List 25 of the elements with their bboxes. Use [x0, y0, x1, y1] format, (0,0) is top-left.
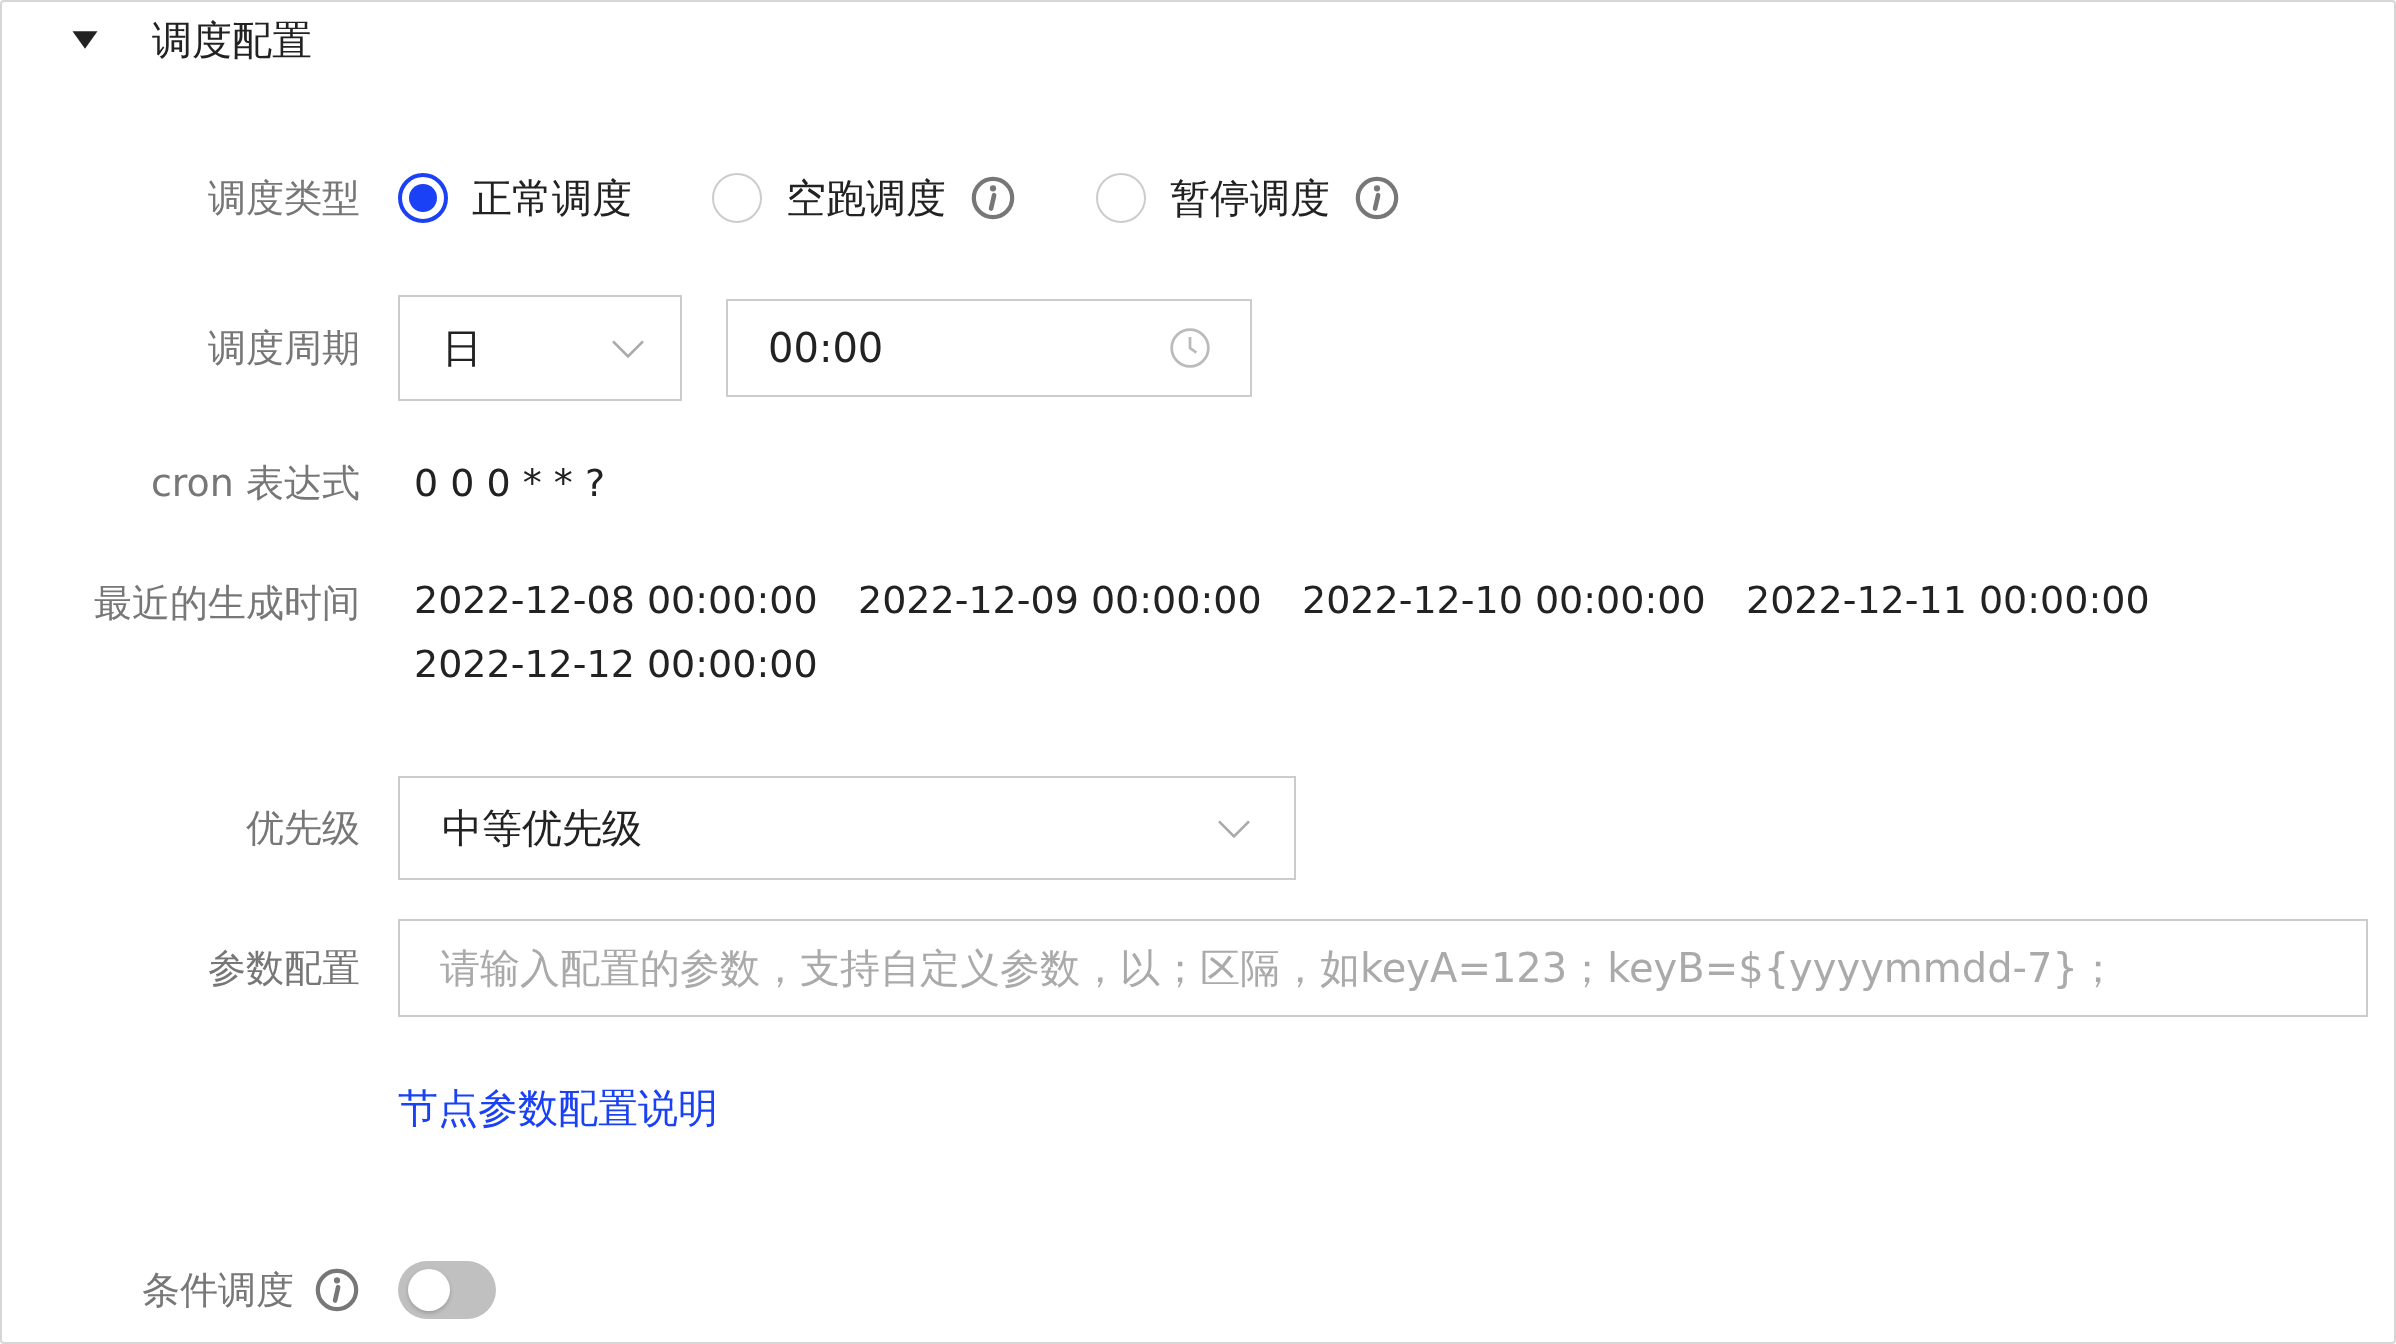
priority-select[interactable]: 中等优先级 — [398, 776, 1296, 880]
parameter-input[interactable]: 请输入配置的参数，支持自定义参数，以；区隔，如keyA=123；keyB=${yyyymmdd-7}； — [398, 919, 2368, 1017]
clock-icon — [1168, 326, 1212, 370]
generated-time: 2022-12-08 00:00:00 — [414, 578, 819, 622]
section-title: 调度配置 — [152, 15, 312, 65]
radio-label[interactable]: 正常调度 — [472, 170, 632, 226]
field-label: 参数配置 — [208, 944, 360, 992]
generated-time: 2022-12-11 00:00:00 — [1746, 578, 2151, 622]
cron-expression: 0 0 0 * * ? — [414, 461, 606, 505]
generated-time: 2022-12-09 00:00:00 — [858, 578, 1263, 622]
field-label: 调度周期 — [208, 324, 360, 372]
field-label: 调度类型 — [208, 174, 360, 222]
field-label: 最近的生成时间 — [94, 580, 360, 627]
radio-label[interactable]: 空跑调度 — [786, 170, 946, 226]
toggle-switch[interactable] — [398, 1261, 496, 1319]
field-label: 优先级 — [246, 804, 360, 852]
help-link[interactable]: 节点参数配置说明 — [398, 1080, 718, 1136]
time-field[interactable]: 00:00 — [726, 299, 1252, 397]
generated-time: 2022-12-12 00:00:00 — [414, 642, 819, 686]
radio-label[interactable]: 暂停调度 — [1170, 170, 1330, 226]
radio-button[interactable] — [398, 173, 448, 223]
generated-time: 2022-12-10 00:00:00 — [1302, 578, 1707, 622]
field-label: cron 表达式 — [150, 459, 360, 507]
field-label: 条件调度 — [142, 1266, 294, 1314]
period-select[interactable]: 日 — [398, 295, 682, 401]
